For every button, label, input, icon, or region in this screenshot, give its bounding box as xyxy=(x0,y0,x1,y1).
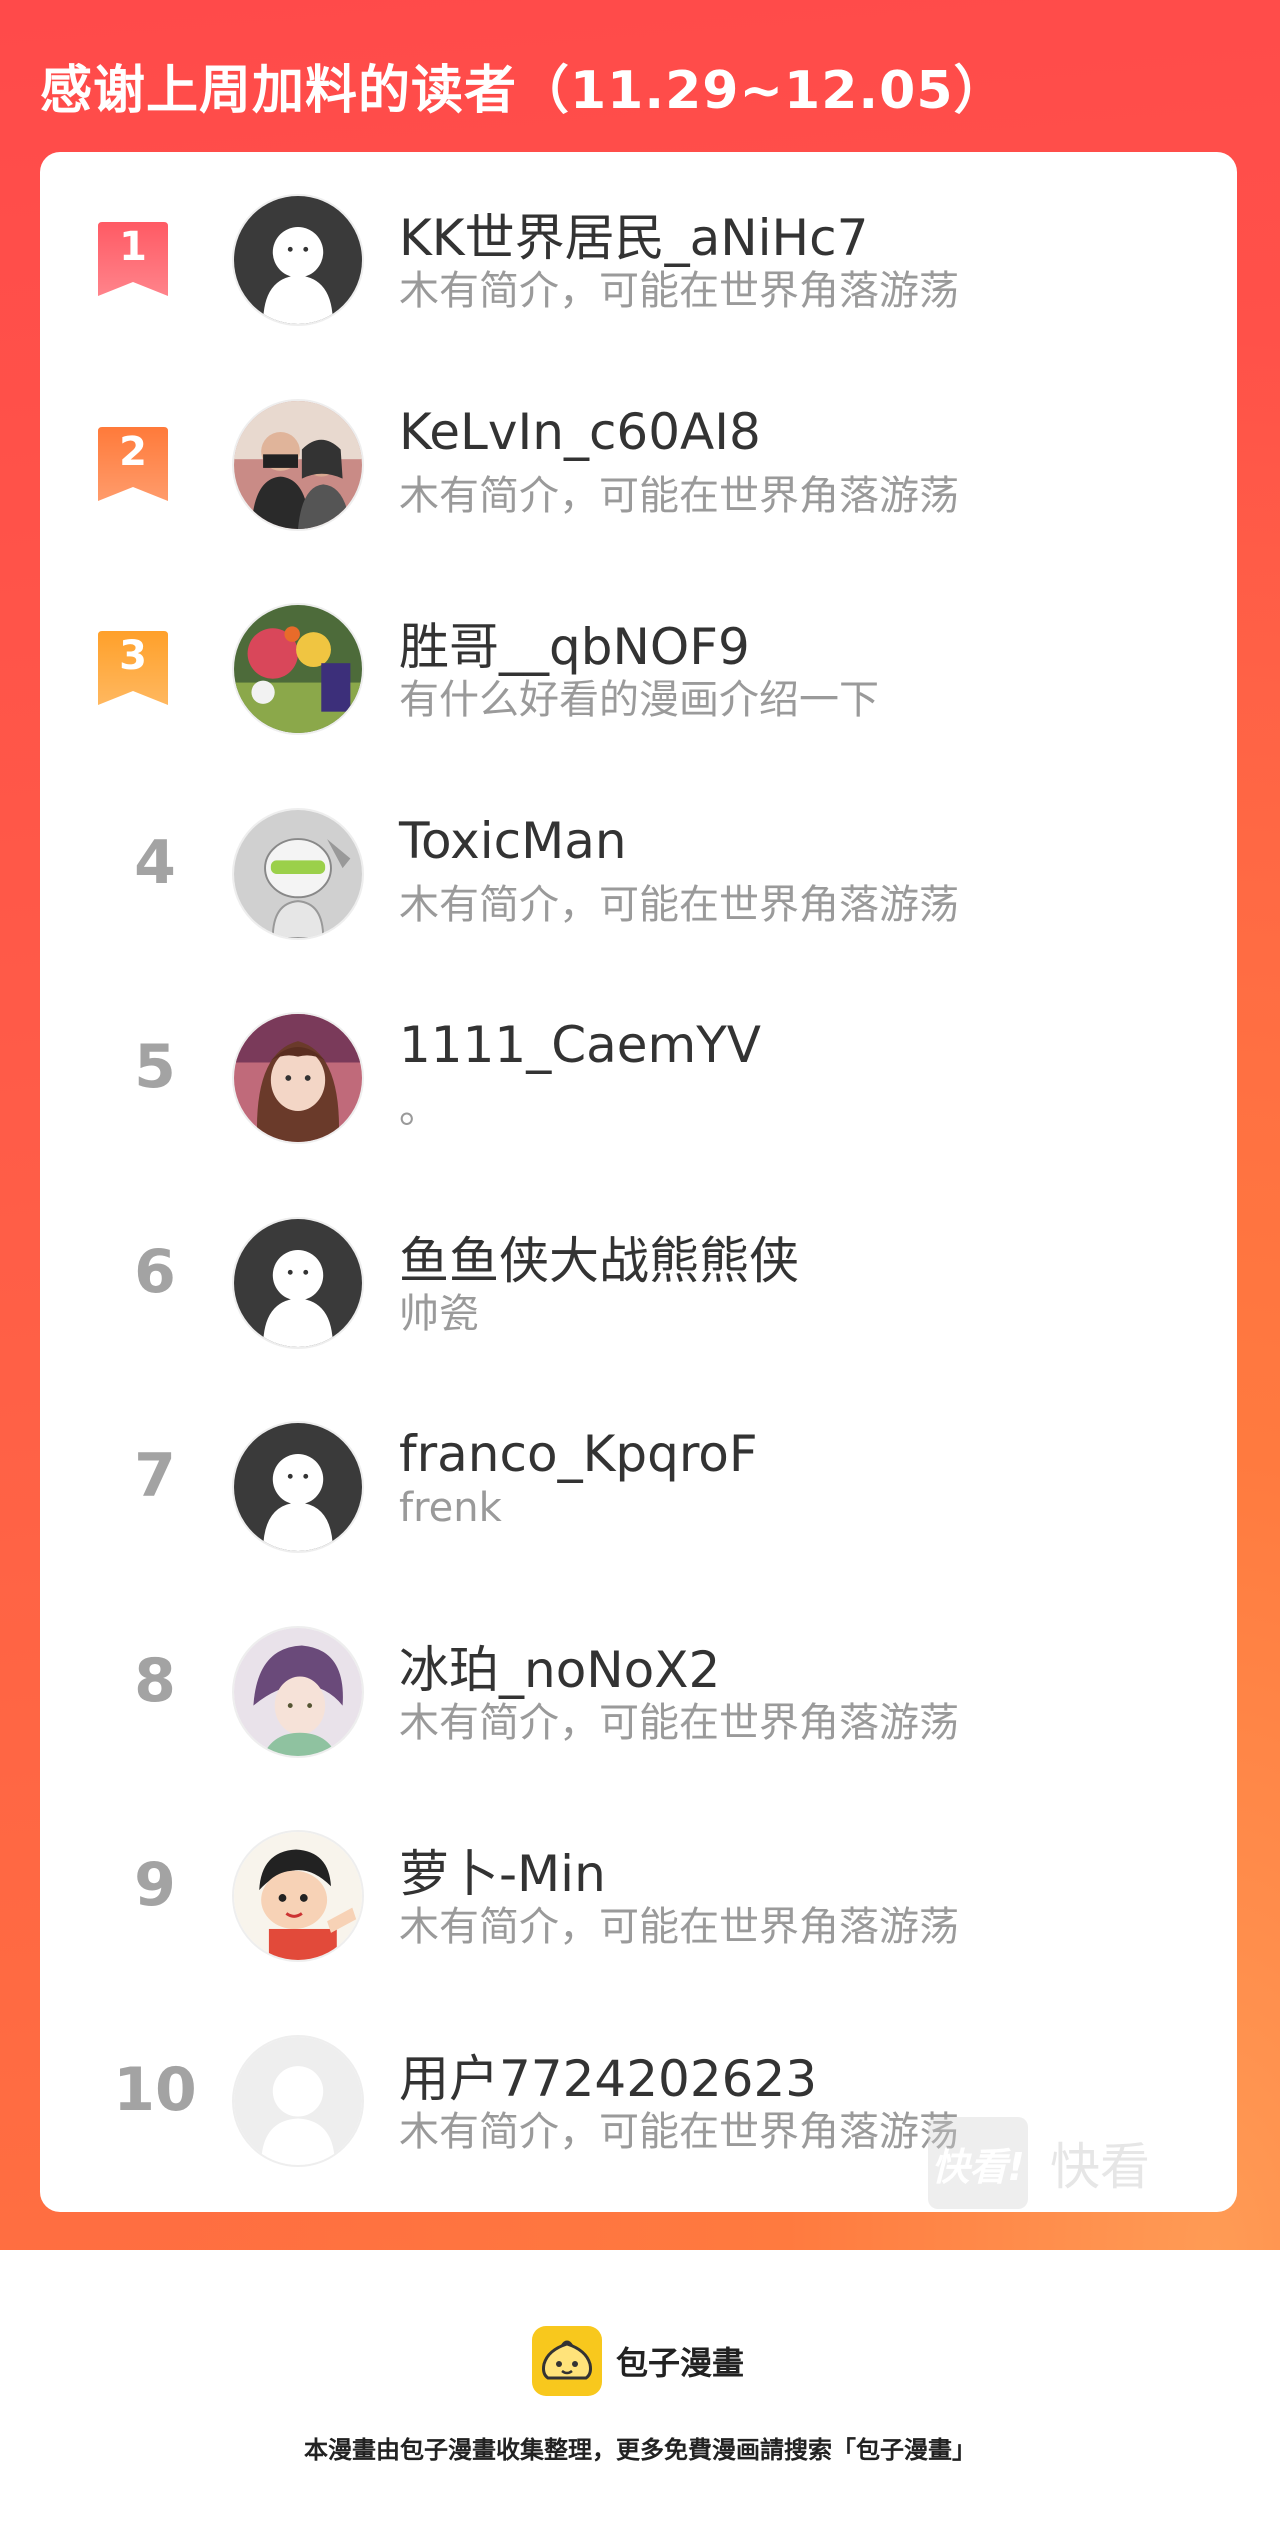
rank-number: 1 xyxy=(119,224,147,270)
reader-row[interactable]: 6 鱼鱼侠大战熊熊侠 帅瓷 xyxy=(40,1175,1237,1380)
user-avatar[interactable] xyxy=(232,194,364,326)
rank-ribbon-icon: 3 xyxy=(98,631,168,705)
rank-number: 8 xyxy=(134,1645,176,1716)
reader-row[interactable]: 9 萝卜-Min 木有简介，可能在世界角落游荡 xyxy=(40,1788,1237,1993)
reader-bio: 木有简介，可能在世界角落游荡 xyxy=(399,472,959,519)
reader-bio: 。 xyxy=(399,1086,439,1132)
reader-row[interactable]: 8 冰珀_noNoX2 木有简介，可能在世界角落游荡 xyxy=(40,1584,1237,1789)
user-avatar[interactable] xyxy=(232,1830,364,1962)
reader-name[interactable]: franco_KpqroF xyxy=(399,1425,758,1483)
rank-number: 6 xyxy=(134,1236,176,1307)
watermark-logo: 快看! xyxy=(928,2117,1028,2209)
footer-brand[interactable]: 包子漫畫 xyxy=(532,2326,744,2396)
user-avatar[interactable] xyxy=(232,1421,364,1553)
reader-bio: 木有简介，可能在世界角落游荡 xyxy=(399,1904,959,1950)
reader-bio: 木有简介，可能在世界角落游荡 xyxy=(399,2108,959,2155)
rank-ribbon-icon: 2 xyxy=(98,426,168,501)
user-avatar[interactable] xyxy=(232,2034,364,2167)
rank-number: 4 xyxy=(134,827,176,898)
reader-row[interactable]: 7 franco_KpqroF frenk xyxy=(40,1379,1237,1584)
user-avatar[interactable] xyxy=(232,1625,364,1758)
reader-bio: 有什么好看的漫画介绍一下 xyxy=(399,677,879,723)
rank-ribbon-icon: 1 xyxy=(98,222,168,296)
user-avatar[interactable] xyxy=(232,1012,364,1144)
rank-number: 2 xyxy=(119,428,147,475)
reader-name[interactable]: KeLvIn_c60AI8 xyxy=(399,403,761,461)
reader-bio: frenk xyxy=(399,1485,502,1531)
reader-bio: 木有简介，可能在世界角落游荡 xyxy=(399,1699,959,1746)
user-avatar[interactable] xyxy=(232,807,364,940)
reader-bio: 木有简介，可能在世界角落游荡 xyxy=(399,881,959,928)
footer-note: 本漫畫由包子漫畫收集整理，更多免費漫画請搜索「包子漫畫」 xyxy=(304,2436,976,2464)
reader-row[interactable]: 1 KK世界居民_aNiHc7 木有简介，可能在世界角落游荡 xyxy=(40,152,1237,357)
reader-row[interactable]: 4 ToxicMan 木有简介，可能在世界角落游荡 xyxy=(40,766,1237,971)
reader-name[interactable]: 1111_CaemYV xyxy=(399,1016,761,1074)
ranking-card: 1 KK世界居民_aNiHc7 木有简介，可能在世界角落游荡 2 KeLvIn_c60A… xyxy=(40,152,1237,2212)
bun-logo-icon xyxy=(532,2326,602,2396)
reader-row[interactable]: 3 胜哥__qbNOF9 有什么好看的漫画介绍一下 xyxy=(40,561,1237,766)
rank-number: 9 xyxy=(134,1850,176,1920)
reader-row[interactable]: 5 1111_CaemYV 。 xyxy=(40,970,1237,1175)
reader-row[interactable]: 2 KeLvIn_c60AI8 木有简介，可能在世界角落游荡 xyxy=(40,357,1237,562)
user-avatar[interactable] xyxy=(232,603,364,735)
rank-number: 7 xyxy=(134,1441,176,1511)
reader-name[interactable]: ToxicMan xyxy=(399,812,627,870)
user-avatar[interactable] xyxy=(232,398,364,531)
rank-number: 5 xyxy=(134,1032,176,1102)
user-avatar[interactable] xyxy=(232,1216,364,1349)
watermark-text: 快看 xyxy=(1050,2138,1150,2196)
kuaikan-watermark: 快看! 快看 xyxy=(928,2117,1150,2209)
brand-name: 包子漫畫 xyxy=(616,2344,745,2382)
rank-number: 10 xyxy=(113,2054,197,2125)
reader-bio: 木有简介，可能在世界角落游荡 xyxy=(399,268,959,314)
reader-bio: 帅瓷 xyxy=(399,1290,479,1337)
rank-number: 3 xyxy=(119,633,147,679)
page-title: 感谢上周加料的读者（11.29~12.05） xyxy=(40,61,1007,121)
